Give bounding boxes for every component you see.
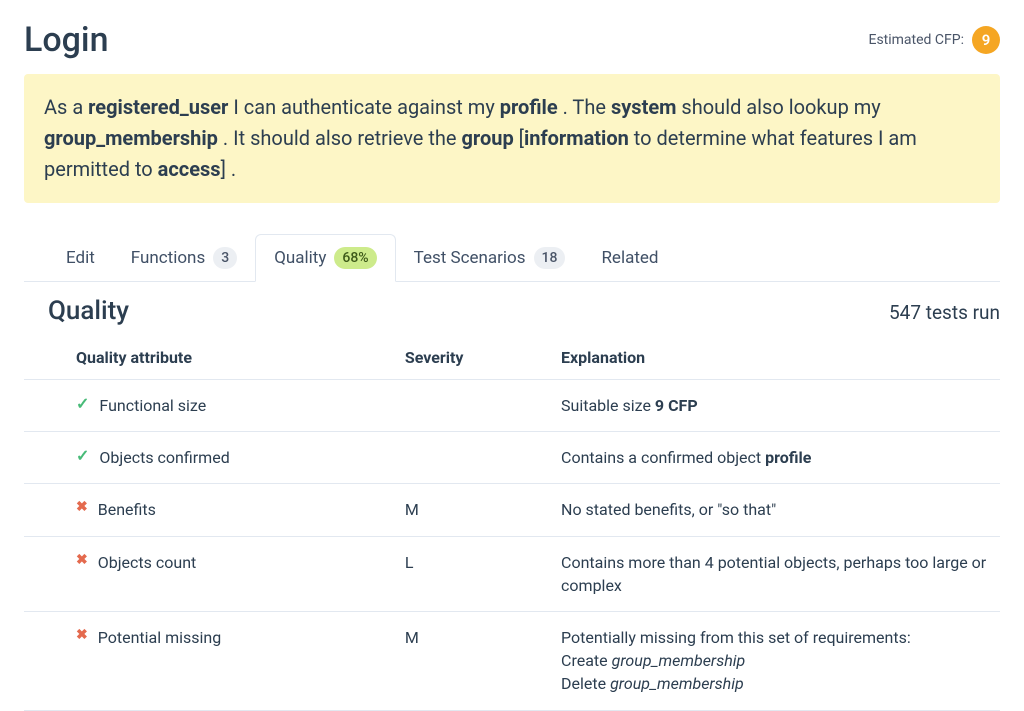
severity-cell: L bbox=[395, 536, 551, 611]
table-row: ✖ Potential missing MPotentially missing f… bbox=[24, 611, 1000, 710]
cfp-label: Estimated CFP: bbox=[868, 32, 964, 48]
section-header: Quality 547 tests run bbox=[24, 296, 1000, 326]
page-title: Login bbox=[24, 20, 109, 60]
tab-related[interactable]: Related bbox=[583, 234, 676, 282]
user-story-box: As a registered_user I can authenticate … bbox=[24, 74, 1000, 203]
tab-functions[interactable]: Functions 3 bbox=[113, 234, 255, 282]
check-icon: ✓ bbox=[76, 394, 89, 413]
attribute-name: Potential missing bbox=[98, 626, 222, 649]
attribute-name: Objects count bbox=[98, 551, 197, 574]
explanation-cell: Contains more than 4 potential objects, … bbox=[551, 536, 1000, 611]
explanation-cell: Contains a confirmed object profile bbox=[551, 432, 1000, 484]
col-header-explanation: Explanation bbox=[551, 336, 1000, 380]
table-row: ✖ Objects count LContains more than 4 pote… bbox=[24, 536, 1000, 611]
severity-cell: M bbox=[395, 611, 551, 710]
tab-label: Quality bbox=[274, 248, 326, 268]
severity-cell: M bbox=[395, 484, 551, 536]
cross-icon: ✖ bbox=[76, 498, 88, 518]
quality-table: Quality attribute Severity Explanation ✓… bbox=[24, 336, 1000, 711]
explanation-cell: Potentially missing from this set of req… bbox=[551, 611, 1000, 710]
tab-label: Functions bbox=[131, 248, 205, 268]
col-header-severity: Severity bbox=[395, 336, 551, 380]
count-badge: 3 bbox=[213, 247, 237, 269]
table-row: ✓ Functional size Suitable size 9 CFP bbox=[24, 380, 1000, 432]
attribute-name: Functional size bbox=[99, 394, 206, 417]
severity-cell bbox=[395, 432, 551, 484]
cfp-indicator: Estimated CFP: 9 bbox=[868, 26, 1000, 54]
tests-run-count: 547 tests run bbox=[889, 301, 1000, 324]
tab-test-scenarios[interactable]: Test Scenarios 18 bbox=[396, 234, 584, 282]
tab-bar: Edit Functions 3 Quality 68% Test Scenar… bbox=[24, 233, 1000, 282]
cfp-badge: 9 bbox=[972, 26, 1000, 54]
attribute-name: Benefits bbox=[98, 498, 156, 521]
tab-quality[interactable]: Quality 68% bbox=[255, 234, 395, 282]
explanation-cell: Suitable size 9 CFP bbox=[551, 380, 1000, 432]
percent-badge: 68% bbox=[334, 247, 376, 269]
table-row: ✓ Objects confirmed Contains a confirmed o… bbox=[24, 432, 1000, 484]
col-header-attribute: Quality attribute bbox=[24, 336, 395, 380]
check-icon: ✓ bbox=[76, 446, 89, 465]
attribute-name: Objects confirmed bbox=[99, 446, 229, 469]
tab-edit[interactable]: Edit bbox=[48, 234, 113, 282]
severity-cell bbox=[395, 380, 551, 432]
tab-label: Related bbox=[601, 248, 658, 268]
table-row: ✖ Benefits MNo stated benefits, or "so tha… bbox=[24, 484, 1000, 536]
section-title: Quality bbox=[48, 296, 129, 326]
cross-icon: ✖ bbox=[76, 551, 88, 571]
explanation-cell: No stated benefits, or "so that" bbox=[551, 484, 1000, 536]
tab-label: Test Scenarios bbox=[414, 248, 526, 268]
count-badge: 18 bbox=[534, 247, 566, 269]
cross-icon: ✖ bbox=[76, 626, 88, 646]
tab-label: Edit bbox=[66, 248, 95, 268]
page-header: Login Estimated CFP: 9 bbox=[24, 20, 1000, 60]
